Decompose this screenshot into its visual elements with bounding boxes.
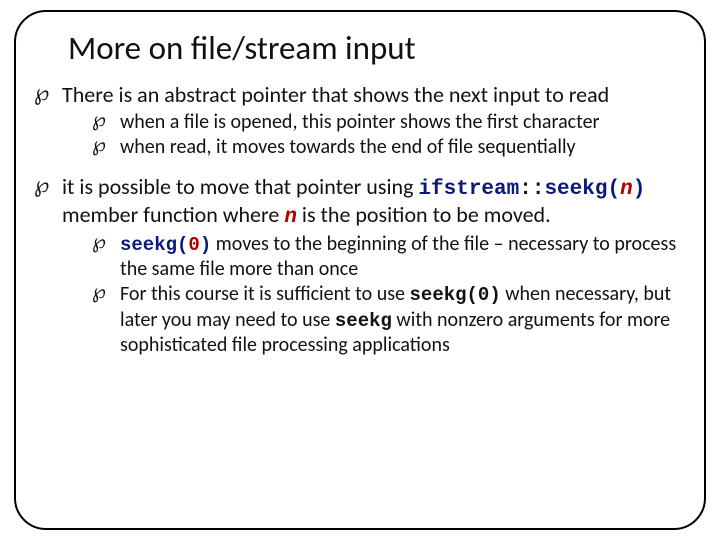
bullet-icon: ℘ xyxy=(92,232,106,252)
slide: More on file/stream input ℘ There is an … xyxy=(0,0,720,540)
bullet-icon: ℘ xyxy=(92,282,106,302)
bullet-list: ℘ There is an abstract pointer that show… xyxy=(28,82,692,357)
bullet-2-text-a: it is possible to move that pointer usin… xyxy=(62,173,418,200)
bullet-icon: ℘ xyxy=(34,174,49,196)
bullet-2-sub-1: ℘ seekg(0) moves to the beginning of the… xyxy=(92,232,692,282)
bullet-2-sub-2-text-a: For this course it is sufficient to use xyxy=(120,282,410,306)
bullet-icon: ℘ xyxy=(92,110,106,130)
bullet-1-sub-2: ℘ when read, it moves towards the end of… xyxy=(92,135,692,159)
bullet-2-sub-2: ℘ For this course it is sufficient to us… xyxy=(92,282,692,357)
bullet-2-text-b: member function where xyxy=(62,201,284,228)
bullet-2: ℘ it is possible to move that pointer us… xyxy=(34,174,692,358)
bullet-2-text-c: is the position to be moved. xyxy=(297,201,551,228)
bullet-1-sub-1-text: when a file is opened, this pointer show… xyxy=(120,110,600,134)
bullet-1: ℘ There is an abstract pointer that show… xyxy=(34,82,692,160)
code-seekg-0-b: seekg(0) xyxy=(410,284,501,306)
bullet-1-sub-2-text: when read, it moves towards the end of f… xyxy=(120,135,576,159)
bullet-1-sub-1: ℘ when a file is opened, this pointer sh… xyxy=(92,110,692,134)
code-seekg: seekg xyxy=(335,310,392,332)
bullet-icon: ℘ xyxy=(34,82,49,104)
bullet-1-text: There is an abstract pointer that shows … xyxy=(62,81,609,108)
code-seekg-0: seekg(0) xyxy=(120,234,211,256)
bullet-icon: ℘ xyxy=(92,135,106,155)
code-ifstream-seekg: ifstream::seekg(n) xyxy=(418,178,645,201)
code-n: n xyxy=(284,206,297,229)
slide-title: More on file/stream input xyxy=(68,28,692,68)
